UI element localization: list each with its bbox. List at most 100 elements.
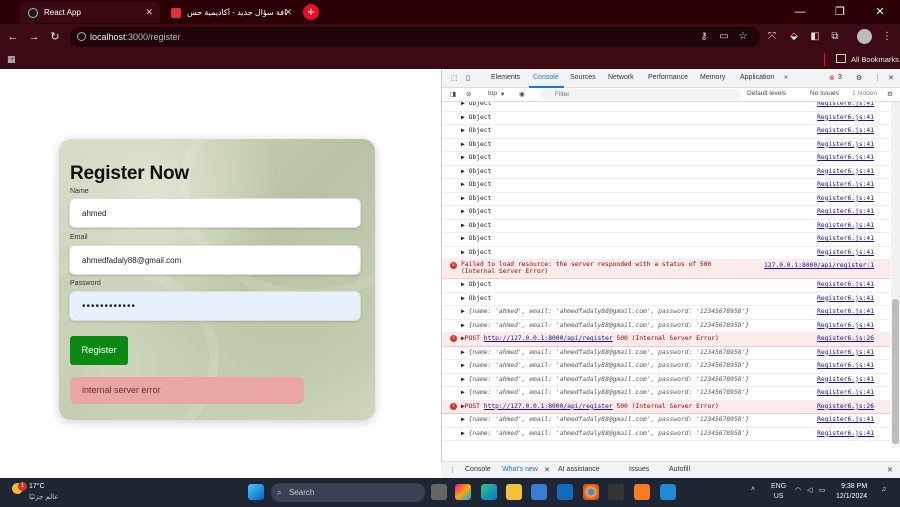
source-link[interactable]: Register6.js:41 — [817, 349, 874, 356]
expand-arrow-icon[interactable]: ▶ — [461, 295, 465, 302]
console-message[interactable]: ▶ Object — [461, 295, 491, 302]
error-count[interactable]: 3 — [838, 74, 842, 81]
log-data[interactable]: {name: 'ahmed', email: 'ahmedfadaly88@gm… — [469, 362, 750, 369]
console-row[interactable]: ▶ Object Register6.js:41 — [442, 233, 890, 247]
puzzle-icon[interactable]: ⧉ — [828, 30, 842, 44]
volume-icon[interactable]: ◁ — [807, 486, 812, 494]
source-link[interactable]: Register6.js:26 — [817, 335, 874, 342]
menu-icon[interactable]: ⋮ — [880, 30, 894, 44]
console-message[interactable]: ▶POST http://127.0.0.1:8000/api/register… — [461, 335, 719, 342]
console-message[interactable]: ▶ {name: 'ahmed', email: 'ahmedfadaly88@… — [461, 349, 749, 356]
console-row[interactable]: ▶ Object Register6.js:41 — [442, 193, 890, 206]
console-message[interactable]: ▶ Object — [461, 114, 491, 121]
battery-icon[interactable]: ▭ — [819, 486, 826, 494]
settings-icon[interactable]: ⚙ — [856, 74, 862, 82]
expand-arrow-icon[interactable]: ▶ — [461, 322, 465, 329]
scrollbar-thumb[interactable] — [892, 299, 899, 444]
address-bar[interactable]: localhost:3000/register — [70, 27, 760, 47]
log-object[interactable]: Object — [469, 249, 492, 256]
source-link[interactable]: Register6.js:41 — [817, 102, 874, 107]
apps-grid-icon[interactable]: ▦ — [7, 54, 16, 65]
console-row[interactable]: ▶ {name: 'ahmed', email: 'ahmedfadaly88@… — [442, 428, 890, 441]
device-toggle-icon[interactable]: ▯ — [466, 74, 470, 82]
source-link[interactable]: Register6.js:41 — [817, 168, 874, 175]
log-data[interactable]: {name: 'ahmed', email: 'ahmedfadaly88@gm… — [469, 349, 750, 356]
issues-button[interactable]: No Issues — [810, 90, 839, 97]
source-link[interactable]: 127.0.0.1:8000/api/register:1 — [764, 262, 874, 269]
console-message[interactable]: ▶ {name: 'ahmed', email: 'ahmedfadaly88@… — [461, 389, 749, 396]
tab-network[interactable]: Network — [608, 74, 634, 81]
console-row[interactable]: ▶ Object Register6.js:41 — [442, 220, 890, 233]
expand-arrow-icon[interactable]: ▶ — [461, 349, 465, 356]
console-row[interactable]: ▶ {name: 'ahmed', email: 'ahmedfadaly88@… — [442, 387, 890, 401]
source-link[interactable]: Register6.js:41 — [817, 222, 874, 229]
source-link[interactable]: Register6.js:41 — [817, 195, 874, 202]
console-row[interactable]: ▶ Object Register6.js:41 — [442, 139, 890, 152]
context-select[interactable]: top — [488, 90, 497, 97]
expand-arrow-icon[interactable]: ▶ — [461, 168, 465, 175]
password-key-icon[interactable]: ⚷ — [697, 30, 711, 44]
tab-elements[interactable]: Elements — [491, 74, 520, 81]
source-link[interactable]: Register6.js:41 — [817, 181, 874, 188]
log-object[interactable]: Object — [469, 154, 492, 161]
file-explorer-icon[interactable] — [506, 484, 522, 500]
console-row[interactable]: ▶ {name: 'ahmed', email: 'ahmedfadaly88@… — [442, 347, 890, 360]
expand-arrow-icon[interactable]: ▶ — [461, 249, 465, 256]
request-url-link[interactable]: http://127.0.0.1:8000/api/register — [484, 335, 613, 342]
reload-icon[interactable]: ↻ — [46, 28, 64, 46]
console-message[interactable]: ▶ {name: 'ahmed', email: 'ahmedfadaly88@… — [461, 430, 749, 437]
error-count-icon[interactable]: ⊗ — [829, 74, 835, 82]
chevron-up-icon[interactable]: ˄ — [751, 486, 755, 493]
console-message[interactable]: ▶ Object — [461, 102, 491, 107]
console-row[interactable]: ▶ {name: 'ahmed', email: 'ahmedfadaly88@… — [442, 306, 890, 320]
expand-arrow-icon[interactable]: ▶ — [461, 141, 465, 148]
source-link[interactable]: Register6.js:41 — [817, 127, 874, 134]
source-link[interactable]: Register6.js:41 — [817, 281, 874, 288]
new-tab-button[interactable]: + — [303, 4, 319, 20]
close-tab-icon[interactable]: ✕ — [284, 7, 292, 18]
expand-arrow-icon[interactable]: ▶ — [461, 102, 465, 107]
console-message[interactable]: ▶ Object — [461, 249, 491, 256]
log-object[interactable]: Object — [469, 141, 492, 148]
console-row[interactable]: ✕ Failed to load resource: the server res… — [442, 260, 890, 279]
console-settings-icon[interactable]: ⚙ — [887, 90, 893, 98]
source-link[interactable]: Register6.js:41 — [817, 322, 874, 329]
outlook-icon[interactable] — [557, 484, 573, 500]
close-window-button[interactable]: ✕ — [860, 0, 900, 24]
source-link[interactable]: Register6.js:41 — [817, 141, 874, 148]
log-object[interactable]: Object — [469, 102, 492, 107]
source-link[interactable]: Register6.js:41 — [817, 208, 874, 215]
tab-react-app[interactable]: React App ✕ — [20, 2, 160, 23]
task-view-icon[interactable] — [431, 484, 447, 500]
expand-arrow-icon[interactable]: ▶ — [461, 281, 465, 288]
expand-arrow-icon[interactable]: ▶ — [461, 208, 465, 215]
close-icon[interactable]: ✕ — [544, 466, 550, 474]
console-message[interactable]: ▶ Object — [461, 181, 491, 188]
expand-arrow-icon[interactable]: ▶ — [461, 235, 465, 242]
extension-icon[interactable]: ⬙ — [787, 30, 801, 44]
expand-arrow-icon[interactable]: ▶ — [461, 195, 465, 202]
expand-arrow-icon[interactable]: ▶ — [461, 114, 465, 121]
console-row[interactable]: ▶ Object Register6.js:41 — [442, 152, 890, 166]
expand-arrow-icon[interactable]: ▶ — [461, 181, 465, 188]
log-object[interactable]: Object — [469, 114, 492, 121]
site-info-icon[interactable] — [77, 32, 86, 41]
log-object[interactable]: Object — [469, 235, 492, 242]
console-row[interactable]: ✕ ▶POST http://127.0.0.1:8000/api/registe… — [442, 400, 890, 414]
copilot-icon[interactable] — [455, 484, 471, 500]
source-link[interactable]: Register6.js:41 — [817, 376, 874, 383]
log-object[interactable]: Object — [469, 222, 492, 229]
console-row[interactable]: ▶ Object Register6.js:41 — [442, 179, 890, 193]
log-object[interactable]: Object — [469, 281, 492, 288]
console-message[interactable]: ▶ {name: 'ahmed', email: 'ahmedfadaly88@… — [461, 416, 749, 423]
search-input[interactable]: ⌕ Search — [271, 483, 425, 502]
close-drawer-icon[interactable]: ✕ — [887, 466, 893, 474]
log-data[interactable]: {name: 'ahmed', email: 'ahmedfadaly88@gm… — [469, 389, 750, 396]
xampp-icon[interactable] — [634, 484, 650, 500]
expand-arrow-icon[interactable]: ▶ — [461, 154, 465, 161]
console-row[interactable]: ▶ Object Register6.js:41 — [442, 206, 890, 220]
source-link[interactable]: Register6.js:41 — [817, 308, 874, 315]
console-message[interactable]: ▶ {name: 'ahmed', email: 'ahmedfadaly88@… — [461, 322, 749, 329]
log-object[interactable]: Object — [469, 127, 492, 134]
console-row[interactable]: ▶ {name: 'ahmed', email: 'ahmedfadaly88@… — [442, 360, 890, 374]
